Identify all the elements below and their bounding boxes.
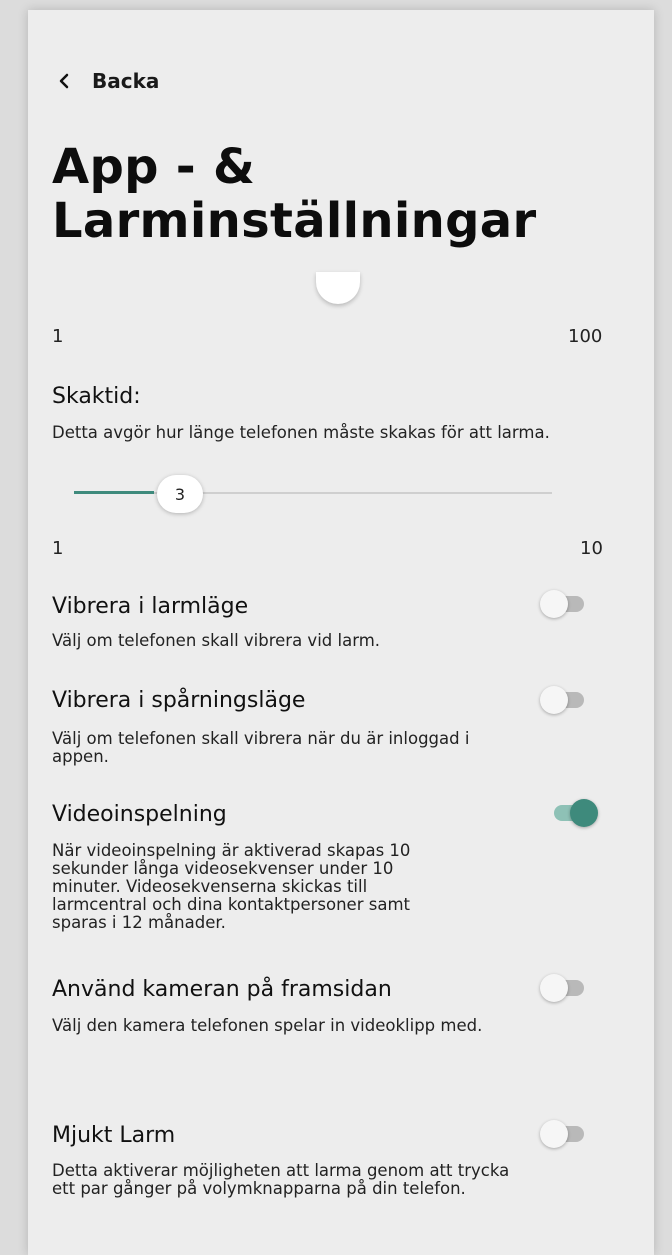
shake-time-slider-fill <box>74 491 154 494</box>
shake-time-value: 3 <box>174 484 186 504</box>
shake-time-max-label: 10 <box>580 538 603 559</box>
setting-desc-soft-alarm: Detta aktiverar möjligheten att larma ge… <box>52 1161 510 1198</box>
shake-time-title: Skaktid: <box>52 384 141 409</box>
shake-time-slider-thumb[interactable]: 3 <box>157 475 203 513</box>
toggle-vibrate-alarm[interactable] <box>540 588 586 618</box>
back-button[interactable]: Backa <box>56 68 159 94</box>
setting-desc-video-recording: När videoinspelning är aktiverad skapas … <box>52 841 411 932</box>
page-title-line1: App - & <box>52 139 256 195</box>
page-title-line2: Larminställningar <box>52 193 537 249</box>
shake-time-min-label: 1 <box>52 538 64 559</box>
top-slider-max-label: 100 <box>568 326 603 347</box>
setting-title-video-recording: Videoinspelning <box>52 802 227 827</box>
setting-title-front-camera: Använd kameran på framsidan <box>52 977 392 1002</box>
toggle-soft-alarm[interactable] <box>540 1118 586 1148</box>
toggle-vibrate-tracking[interactable] <box>540 684 586 714</box>
setting-desc-front-camera: Välj den kamera telefonen spelar in vide… <box>52 1016 483 1035</box>
shake-time-description: Detta avgör hur länge telefonen måste sk… <box>52 423 550 442</box>
top-slider-min-label: 1 <box>52 326 64 347</box>
setting-desc-vibrate-alarm: Välj om telefonen skall vibrera vid larm… <box>52 631 381 650</box>
toggle-front-camera[interactable] <box>540 972 586 1002</box>
toggle-video-recording[interactable] <box>552 797 598 827</box>
page-title: App - & Larminställningar <box>52 140 536 248</box>
setting-desc-vibrate-tracking: Välj om telefonen skall vibrera när du ä… <box>52 729 470 766</box>
setting-title-vibrate-alarm: Vibrera i larmläge <box>52 594 249 619</box>
back-label: Backa <box>92 69 160 93</box>
chevron-left-icon <box>59 73 69 89</box>
setting-title-soft-alarm: Mjukt Larm <box>52 1123 176 1148</box>
setting-title-vibrate-tracking: Vibrera i spårningsläge <box>52 688 306 713</box>
